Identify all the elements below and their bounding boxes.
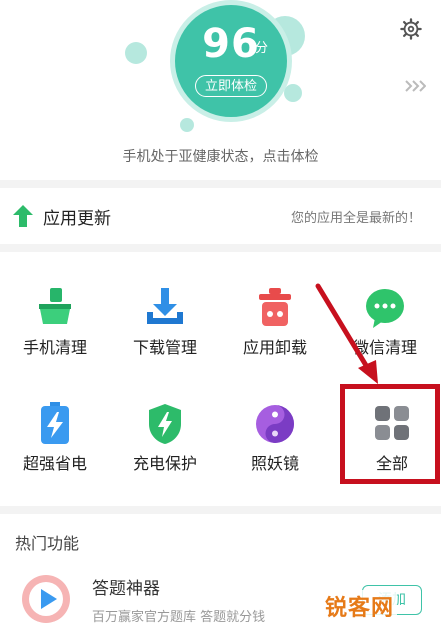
double-chevron-right-icon[interactable] [404, 80, 426, 92]
hot-features-title: 热门功能 [15, 534, 80, 553]
app-update-status: 您的应用全是最新的！ [290, 211, 421, 226]
section-divider [0, 506, 441, 514]
highlight-box [340, 384, 440, 484]
tool-mirror[interactable]: 照妖镜 [220, 402, 330, 512]
section-divider [0, 244, 441, 252]
tool-phone-clean[interactable]: 手机清理 [0, 286, 110, 396]
tool-label: 照妖镜 [250, 454, 299, 473]
tool-charge-protect[interactable]: 充电保护 [110, 402, 220, 512]
trash-icon [259, 288, 291, 326]
decor-bubble [125, 42, 147, 64]
score-unit: 分 [255, 41, 269, 56]
tool-label: 手机清理 [22, 338, 87, 357]
section-divider [0, 180, 441, 188]
download-icon [147, 288, 183, 324]
health-score: 96 [202, 21, 260, 67]
tool-label: 下载管理 [132, 338, 197, 357]
play-icon [22, 575, 70, 623]
health-status-text[interactable]: 手机处于亚健康状态，点击体检 [0, 146, 441, 166]
hot-item-desc: 百万赢家官方题库 答题就分钱 [92, 610, 266, 625]
check-now-button[interactable]: 立即体检 [195, 75, 267, 97]
tool-label: 超强省电 [22, 454, 87, 473]
shield-bolt-icon [149, 404, 181, 444]
broom-icon [39, 288, 71, 324]
annotation-arrow [315, 283, 378, 384]
yin-yang-icon [256, 405, 294, 443]
gear-icon[interactable] [400, 18, 422, 40]
hot-item-name[interactable]: 答题神器 [92, 574, 160, 599]
battery-icon [41, 402, 69, 444]
tool-power-saving[interactable]: 超强省电 [0, 402, 110, 512]
decor-bubble [284, 84, 302, 102]
watermark: 锐客网 [322, 590, 398, 622]
tool-label: 充电保护 [132, 454, 197, 473]
health-score-circle[interactable]: 96 分 立即体检 [170, 0, 292, 122]
decor-bubble [180, 118, 194, 132]
app-update-label[interactable]: 应用更新 [43, 204, 111, 229]
tool-download-manager[interactable]: 下载管理 [110, 286, 220, 396]
arrow-up-icon [13, 205, 33, 227]
